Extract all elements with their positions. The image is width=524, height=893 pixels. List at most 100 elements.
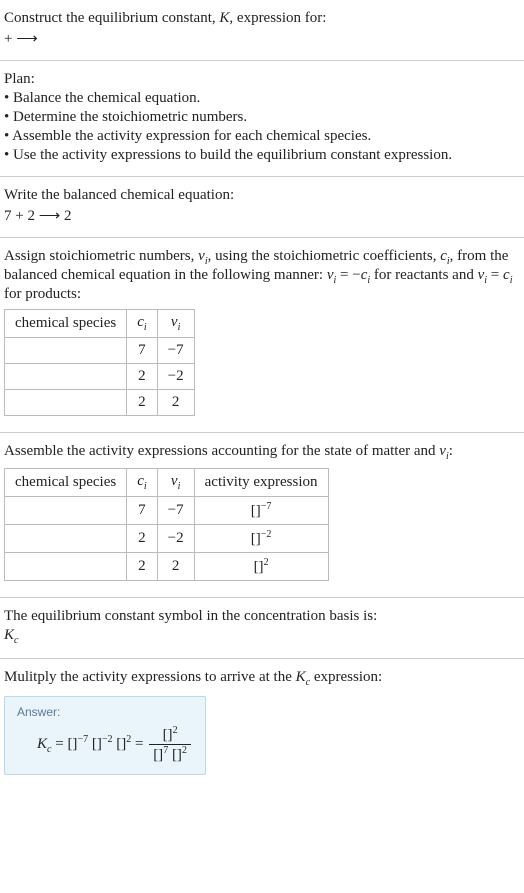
- equals: =: [131, 736, 147, 752]
- prompt-text: Construct the equilibrium constant,: [4, 10, 219, 26]
- kc-symbol-section: The equilibrium constant symbol in the c…: [0, 598, 524, 658]
- cell-activity: []−7: [194, 497, 328, 525]
- table-row: 2 −2 []−2: [5, 525, 329, 553]
- sub-i: i: [144, 322, 147, 333]
- sub-i: i: [144, 481, 147, 492]
- balanced-heading: Write the balanced chemical equation:: [4, 187, 520, 204]
- text: Mulitply the activity expressions to arr…: [4, 669, 296, 685]
- cell-ci: 7: [127, 497, 157, 525]
- exponent: 2: [182, 745, 187, 756]
- cell-ci: 2: [127, 364, 157, 390]
- col-activity: activity expression: [194, 469, 328, 497]
- table-row: 7 −7 []−7: [5, 497, 329, 525]
- plan-bullet: • Assemble the activity expression for e…: [4, 128, 520, 145]
- cell-nui: 2: [157, 390, 194, 416]
- denominator: []7 []2: [149, 745, 191, 764]
- table-header-row: chemical species ci νi: [5, 310, 195, 338]
- bracket: []: [251, 531, 261, 547]
- table-header-row: chemical species ci νi activity expressi…: [5, 469, 329, 497]
- final-text: Mulitply the activity expressions to arr…: [4, 669, 520, 688]
- table-row: 2 2: [5, 390, 195, 416]
- stoich-table: chemical species ci νi 7 −7 2 −2 2 2: [4, 309, 195, 416]
- exponent: 7: [163, 745, 168, 756]
- cell-nui: −7: [157, 338, 194, 364]
- final-section: Mulitply the activity expressions to arr…: [0, 659, 524, 785]
- nu-symbol: ν: [439, 443, 446, 459]
- col-species: chemical species: [5, 469, 127, 497]
- text: , using the stoichiometric coefficients,: [208, 248, 441, 264]
- plan-title: Plan:: [4, 71, 520, 88]
- bracket: []: [251, 503, 261, 519]
- text: expression:: [310, 669, 382, 685]
- bracket: []: [163, 727, 173, 743]
- text: :: [449, 443, 453, 459]
- c-symbol: c: [440, 248, 447, 264]
- exponent: −2: [261, 529, 272, 540]
- prompt-text-b: , expression for:: [229, 10, 326, 26]
- col-nui: νi: [157, 310, 194, 338]
- col-nui: νi: [157, 469, 194, 497]
- nu-symbol: ν: [171, 473, 178, 489]
- activity-text: Assemble the activity expressions accoun…: [4, 443, 520, 462]
- answer-equation: Kc = []−7 []−2 []2 = []2 []7 []2: [17, 725, 193, 764]
- sub-c: c: [14, 635, 18, 646]
- text: for reactants and: [370, 267, 477, 283]
- plan-bullet: • Determine the stoichiometric numbers.: [4, 109, 520, 126]
- cell-species: [5, 553, 127, 581]
- text: for products:: [4, 286, 81, 302]
- bracket: []: [254, 559, 264, 575]
- nu-symbol: ν: [171, 314, 178, 330]
- balanced-section: Write the balanced chemical equation: 7 …: [0, 177, 524, 237]
- activity-table: chemical species ci νi activity expressi…: [4, 468, 329, 581]
- cell-nui: 2: [157, 553, 194, 581]
- exponent: −7: [77, 734, 88, 745]
- cell-nui: −2: [157, 525, 194, 553]
- cell-species: [5, 497, 127, 525]
- fraction: []2 []7 []2: [149, 725, 191, 764]
- exponent: 2: [264, 557, 269, 568]
- kc-text: The equilibrium constant symbol in the c…: [4, 608, 520, 625]
- bracket: []: [153, 747, 163, 763]
- text: = −: [336, 267, 360, 283]
- stoich-text: Assign stoichiometric numbers, ν i , using…: [4, 248, 520, 303]
- stoich-section: Assign stoichiometric numbers, νi, using…: [0, 238, 524, 432]
- c-symbol: c: [137, 473, 144, 489]
- plan-bullet: • Use the activity expressions to build …: [4, 147, 520, 164]
- cell-species: [5, 338, 127, 364]
- equals: =: [51, 736, 67, 752]
- kc-symbol: Kc: [4, 627, 520, 646]
- k-letter: K: [4, 627, 14, 643]
- table-row: 2 −2: [5, 364, 195, 390]
- table-row: 2 2 []2: [5, 553, 329, 581]
- cell-activity: []−2: [194, 525, 328, 553]
- plan-section: Plan: • Balance the chemical equation. •…: [0, 61, 524, 176]
- col-ci: ci: [127, 310, 157, 338]
- bracket: []: [92, 736, 102, 752]
- exponent: −7: [261, 501, 272, 512]
- exponent: 2: [173, 725, 178, 736]
- cell-activity: []2: [194, 553, 328, 581]
- answer-label: Answer:: [17, 705, 193, 719]
- cell-species: [5, 525, 127, 553]
- col-ci: ci: [127, 469, 157, 497]
- cell-ci: 7: [127, 338, 157, 364]
- prompt-section: Construct the equilibrium constant, K, e…: [0, 0, 524, 60]
- sub-i: i: [178, 322, 181, 333]
- sub-i: i: [178, 481, 181, 492]
- sub-i: i: [510, 275, 513, 286]
- nu-symbol: ν: [198, 248, 205, 264]
- text: Assemble the activity expressions accoun…: [4, 443, 439, 459]
- numerator: []2: [149, 725, 191, 745]
- cell-nui: −2: [157, 364, 194, 390]
- cell-ci: 2: [127, 525, 157, 553]
- c-symbol: c: [503, 267, 510, 283]
- balanced-equation: 7 + 2 ⟶ 2: [4, 206, 520, 225]
- text: =: [487, 267, 503, 283]
- exponent: −2: [102, 734, 113, 745]
- prompt-equation: + ⟶: [4, 29, 520, 48]
- plan-bullet: • Balance the chemical equation.: [4, 90, 520, 107]
- col-species: chemical species: [5, 310, 127, 338]
- c-symbol: c: [137, 314, 144, 330]
- text: Assign stoichiometric numbers,: [4, 248, 198, 264]
- activity-section: Assemble the activity expressions accoun…: [0, 433, 524, 597]
